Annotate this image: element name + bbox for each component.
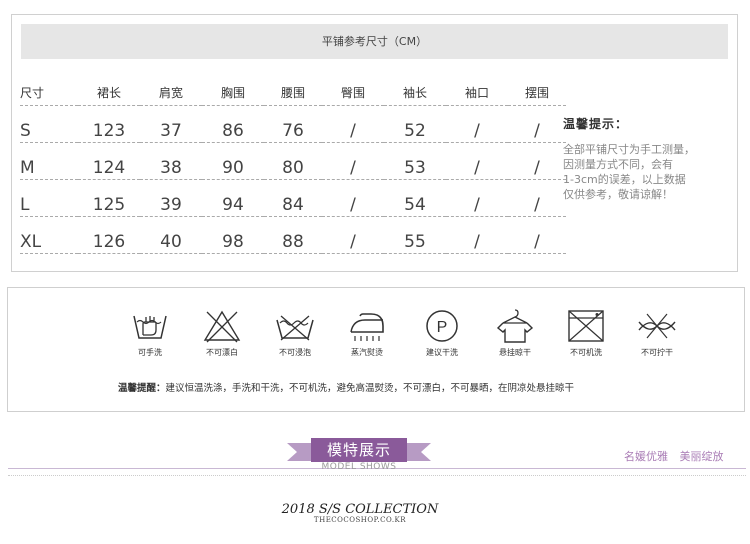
cell-size: XL (20, 216, 78, 254)
cell: / (446, 179, 508, 217)
header-waist: 腰围 (264, 79, 322, 106)
care-item-hand-wash: 可手洗 (116, 308, 184, 358)
care-label: 不可浸泡 (279, 348, 311, 357)
care-item-steam-iron: 蒸汽熨烫 (333, 308, 401, 358)
cell: / (508, 216, 566, 254)
cell: 90 (202, 142, 264, 180)
cell: 98 (202, 216, 264, 254)
cell: / (508, 105, 566, 143)
no-soak-icon (276, 315, 314, 341)
care-label: 建议干洗 (426, 348, 458, 357)
cell-size: S (20, 105, 78, 143)
care-panel: 可手洗 不可漂白 不可浸泡 蒸汽熨烫 P 建议干洗 悬挂晾干 不可机洗 不可拧干… (7, 287, 745, 412)
cell: / (446, 142, 508, 180)
cell: 86 (202, 105, 264, 143)
table-row: M 124 38 90 80 / 53 / / (20, 142, 566, 180)
care-label: 可手洗 (138, 348, 162, 357)
cell: 39 (140, 179, 202, 217)
size-table-header-row: 尺寸 裙长 肩宽 胸围 腰围 臀围 袖长 袖口 摆围 (20, 79, 566, 106)
header-cuff: 袖口 (446, 79, 508, 106)
tips-line: 1-3cm的误差，以上数据 (563, 173, 686, 186)
cell: 53 (384, 142, 446, 180)
header-shoulder: 肩宽 (140, 79, 202, 106)
steam-iron-icon (350, 313, 384, 341)
cell: 126 (78, 216, 140, 254)
care-item-no-machine-wash: 不可机洗 (552, 308, 620, 358)
care-label: 悬挂晾干 (499, 348, 531, 357)
tips-line: 因测量方式不同，会有 (563, 158, 673, 171)
collection-title: 2018 S/S COLLECTION (281, 502, 439, 517)
cell: 52 (384, 105, 446, 143)
tips-title: 温馨提示： (563, 117, 629, 131)
header-chest: 胸围 (202, 79, 264, 106)
care-label: 蒸汽熨烫 (351, 348, 383, 357)
header-size: 尺寸 (20, 79, 78, 106)
no-machine-wash-icon (568, 310, 604, 342)
cell: / (446, 105, 508, 143)
header-hem: 摆围 (508, 79, 566, 106)
cell: 80 (264, 142, 322, 180)
cell-size: M (20, 142, 78, 180)
tips-line: 全部平铺尺寸为手工测量， (563, 143, 695, 156)
care-icons: 可手洗 不可漂白 不可浸泡 蒸汽熨烫 P 建议干洗 悬挂晾干 不可机洗 不可拧干 (116, 308, 676, 368)
care-item-no-bleach: 不可漂白 (188, 308, 256, 358)
cell: 84 (264, 179, 322, 217)
banner-dotted-divider (8, 475, 746, 476)
cell: / (508, 179, 566, 217)
care-label: 不可机洗 (570, 348, 602, 357)
cell: 40 (140, 216, 202, 254)
hand-wash-icon (133, 315, 167, 339)
cell: / (322, 142, 384, 180)
collection-site: THECOCOSHOP.CO.KR (313, 516, 407, 524)
care-item-no-wring: 不可拧干 (623, 308, 691, 358)
care-label: 不可漂白 (206, 348, 238, 357)
cell: 37 (140, 105, 202, 143)
cell: 94 (202, 179, 264, 217)
tips-body: 全部平铺尺寸为手工测量， 因测量方式不同，会有 1-3cm的误差，以上数据 仅供… (563, 142, 733, 202)
header-sleeve: 袖长 (384, 79, 446, 106)
svg-text:P: P (437, 319, 448, 336)
no-bleach-icon (203, 310, 241, 343)
banner-title: 模特展示 (311, 438, 407, 462)
banner-subtitle: MODEL SHOWS (321, 462, 397, 472)
table-row: L 125 39 94 84 / 54 / / (20, 179, 566, 217)
header-length: 裙长 (78, 79, 140, 106)
care-note-label: 温馨提醒： (118, 383, 166, 394)
cell-size: L (20, 179, 78, 217)
cell: 76 (264, 105, 322, 143)
cell: 123 (78, 105, 140, 143)
care-item-no-soak: 不可浸泡 (261, 308, 329, 358)
cell: 124 (78, 142, 140, 180)
table-row: S 123 37 86 76 / 52 / / (20, 105, 566, 143)
size-chart-title: 平铺参考尺寸（CM） (21, 24, 728, 59)
dry-clean-icon: P (426, 310, 458, 342)
header-hip: 臀围 (322, 79, 384, 106)
table-row: XL 126 40 98 88 / 55 / / (20, 216, 566, 254)
tips-box: 温馨提示： 全部平铺尺寸为手工测量， 因测量方式不同，会有 1-3cm的误差，以… (563, 115, 733, 202)
banner-slogan: 名媛优雅 美丽绽放 (624, 450, 724, 463)
care-label: 不可拧干 (641, 348, 673, 357)
care-item-hang-dry: 悬挂晾干 (481, 308, 549, 358)
cell: / (322, 105, 384, 143)
no-wring-icon (638, 313, 676, 339)
size-table: 尺寸 裙长 肩宽 胸围 腰围 臀围 袖长 袖口 摆围 S 123 37 86 7… (20, 79, 566, 254)
care-item-dry-clean: P 建议干洗 (408, 308, 476, 358)
cell: / (446, 216, 508, 254)
cell: 88 (264, 216, 322, 254)
cell: 55 (384, 216, 446, 254)
size-chart-panel: 平铺参考尺寸（CM） 尺寸 裙长 肩宽 胸围 腰围 臀围 袖长 袖口 摆围 S … (11, 14, 738, 272)
cell: / (322, 179, 384, 217)
cell: / (322, 216, 384, 254)
cell: / (508, 142, 566, 180)
care-note: 温馨提醒：建议恒温洗涤，手洗和干洗，不可机洗，避免高温熨烫，不可漂白，不可暴晒，… (118, 380, 574, 394)
hang-dry-icon (496, 309, 534, 343)
cell: 125 (78, 179, 140, 217)
cell: 38 (140, 142, 202, 180)
tips-line: 仅供参考，敬请谅解！ (563, 188, 673, 201)
care-note-text: 建议恒温洗涤，手洗和干洗，不可机洗，避免高温熨烫，不可漂白，不可暴晒，在阴凉处悬… (165, 383, 575, 394)
cell: 54 (384, 179, 446, 217)
